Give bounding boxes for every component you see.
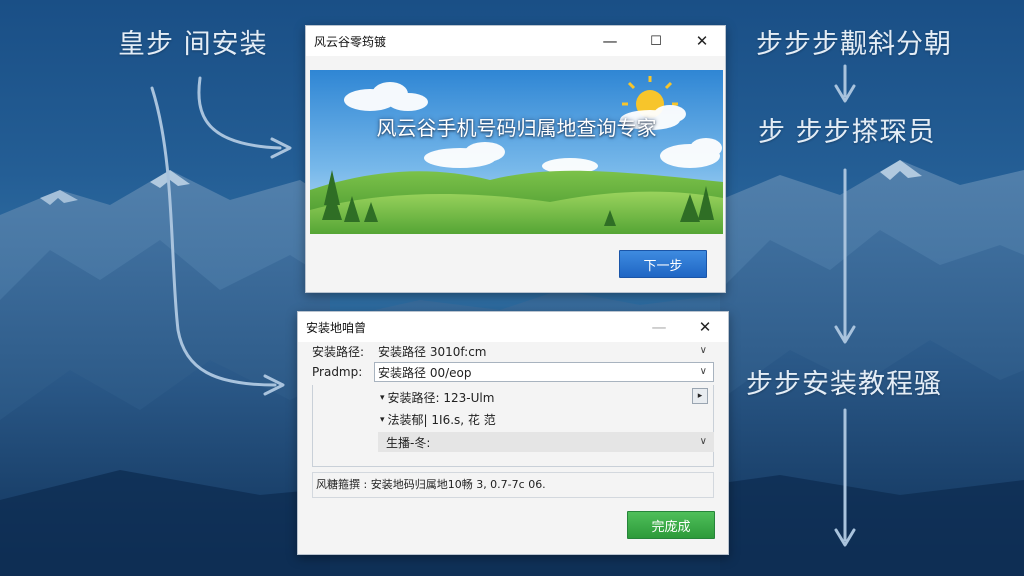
right-step-label-3: 步步安装教程骚: [746, 369, 942, 400]
window-title: 风云谷零筠镀: [314, 34, 387, 49]
install-location-dialog: 安装地咱曾 — ✕ 安装路径: 安装路径 3010f:cm ∨ Pradmp: …: [297, 311, 729, 555]
installer-welcome-dialog: 风云谷零筠镀 — ☐ ✕ 风云谷手机号码归属地查询专家 下一步: [305, 25, 726, 293]
option-select-value: 生播-冬:: [386, 435, 431, 450]
close-button[interactable]: ✕: [682, 312, 728, 342]
titlebar: 风云谷零筠镀 — ☐ ✕: [306, 26, 725, 56]
chevron-down-icon: ∨: [699, 344, 707, 356]
chevron-down-icon: ∨: [699, 435, 707, 447]
finish-button[interactable]: 完庞成: [627, 511, 715, 539]
left-step-label: 皇步 间安装: [118, 29, 268, 60]
program-folder-select[interactable]: 安装路径 00/eop ∨: [374, 362, 714, 382]
option-item-path[interactable]: ▾ 安装路径: 123-Ulm ▸: [380, 388, 714, 406]
window-title: 安装地咱曾: [306, 320, 367, 335]
right-step-label-2: 步 步步搽琛员: [758, 117, 936, 148]
option-item-label: 法装郁| 1I6.s, 花 范: [387, 413, 496, 427]
caret-icon: ▾: [380, 392, 385, 403]
next-button[interactable]: 下一步: [619, 250, 707, 278]
desktop-background: 皇步 间安装 步步步觏斜分朝 步 步步搽琛员 步步安装教程骚 风云谷零筠镀 — …: [0, 0, 1024, 576]
install-path-value: 安装路径 3010f:cm: [378, 344, 487, 359]
landscape-illustration: [310, 70, 723, 234]
right-step-label-1: 步步步觏斜分朝: [756, 29, 952, 60]
titlebar: 安装地咱曾 — ✕: [298, 312, 728, 342]
browse-icon[interactable]: ▸: [692, 388, 708, 404]
minimize-button[interactable]: —: [636, 312, 682, 342]
program-label: Pradmp:: [312, 365, 363, 379]
option-item-label: 安装路径: 123-Ulm: [387, 391, 495, 405]
banner-title: 风云谷手机号码归属地查询专家: [376, 116, 657, 140]
maximize-button[interactable]: ☐: [633, 26, 679, 56]
close-button[interactable]: ✕: [679, 26, 725, 56]
option-select-generate[interactable]: 生播-冬: ∨: [378, 432, 714, 452]
option-item-method[interactable]: ▾ 法装郁| 1I6.s, 花 范: [380, 411, 496, 428]
banner-image: 风云谷手机号码归属地查询专家: [310, 70, 723, 234]
install-path-select[interactable]: 安装路径 3010f:cm ∨: [374, 341, 714, 361]
caret-icon: ▾: [380, 414, 385, 425]
install-path-label: 安装路径:: [312, 345, 365, 359]
chevron-down-icon: ∨: [699, 365, 707, 377]
minimize-button[interactable]: —: [587, 26, 633, 56]
status-text: 风糖箍撰 : 安装地码归属地10畅 3, 0.7-7c 06.: [316, 478, 546, 491]
program-folder-value: 安装路径 00/eop: [378, 365, 472, 380]
